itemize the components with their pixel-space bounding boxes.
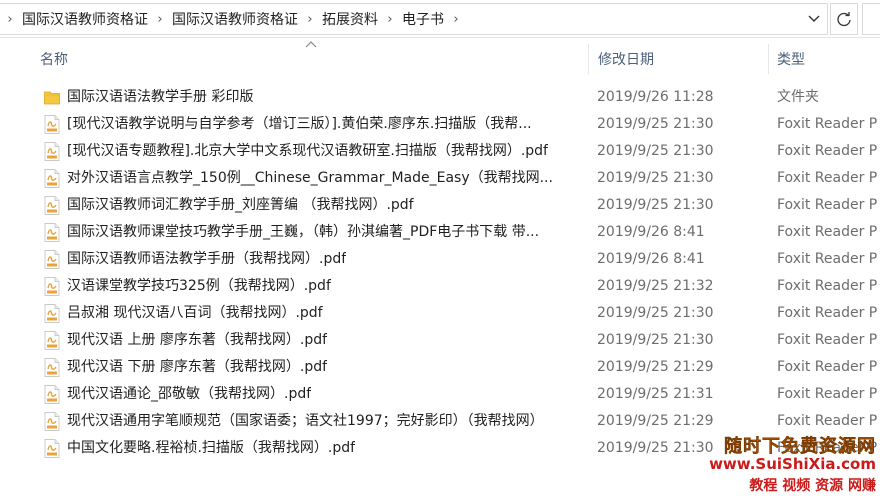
folder-icon [44,88,60,107]
file-date: 2019/9/25 21:29 [597,413,714,429]
file-type: Foxit Reader P [777,251,878,267]
pdf-icon [44,115,60,134]
pdf-icon [44,223,60,242]
file-row[interactable]: 国际汉语语法教学手册 彩印版 2019/9/26 11:28 文件夹 [0,84,880,111]
file-row[interactable]: 对外汉语语言点教学_150例__Chinese_Grammar_Made_Eas… [0,165,880,192]
pdf-icon [44,358,60,377]
column-header-name[interactable]: 名称 [40,38,68,80]
column-header: 名称 修改日期 类型 [0,38,880,80]
file-row[interactable]: 国际汉语教师课堂技巧教学手册_王巍，（韩）孙淇编著_PDF电子书下载 带... 2… [0,219,880,246]
column-header-date[interactable]: 修改日期 [598,38,654,80]
file-name[interactable]: 现代汉语通论_邵敬敏（我帮找网）.pdf [67,381,311,408]
file-date: 2019/9/25 21:30 [597,197,714,213]
file-name[interactable]: [现代汉语专题教程].北京大学中文系现代汉语教研室.扫描版（我帮找网）.pdf [67,138,548,165]
pdf-icon [44,412,60,431]
file-date: 2019/9/25 21:30 [597,305,714,321]
address-bar-row: › 国际汉语教师资格证 › 国际汉语教师资格证 › 拓展资料 › 电子书 › [0,0,880,38]
file-name[interactable]: 现代汉语 下册 廖序东著（我帮找网）.pdf [67,354,327,381]
file-type: Foxit Reader P [777,278,878,294]
file-date: 2019/9/26 8:41 [597,224,705,240]
watermark-tagline: 教程 视频 资源 网赚 [749,478,876,494]
file-list: 国际汉语语法教学手册 彩印版 2019/9/26 11:28 文件夹 [现代汉语教学说… [0,84,880,462]
file-type: Foxit Reader P [777,224,878,240]
file-name[interactable]: 吕叔湘 现代汉语八百词（我帮找网）.pdf [67,300,323,327]
pdf-icon [44,250,60,269]
sort-up-icon [305,41,317,48]
file-name[interactable]: 国际汉语教师词汇教学手册_刘座箐编 （我帮找网）.pdf [67,192,414,219]
file-row[interactable]: 汉语课堂教学技巧325例（我帮找网）.pdf 2019/9/25 21:32 Fox… [0,273,880,300]
file-type: Foxit Reader P [777,359,878,375]
breadcrumb-item[interactable]: 电子书 [400,9,446,29]
file-date: 2019/9/25 21:31 [597,386,714,402]
file-name[interactable]: [现代汉语教学说明与自学参考（增订三版）].黄伯荣.廖序东.扫描版（我帮... [67,111,532,138]
file-date: 2019/9/25 21:29 [597,359,714,375]
address-bar[interactable]: › 国际汉语教师资格证 › 国际汉语教师资格证 › 拓展资料 › 电子书 › [0,3,828,35]
file-row[interactable]: 吕叔湘 现代汉语八百词（我帮找网）.pdf 2019/9/25 21:30 Foxi… [0,300,880,327]
breadcrumb-item[interactable]: 国际汉语教师资格证 [20,9,150,29]
breadcrumb-item[interactable]: 拓展资料 [320,9,380,29]
pdf-icon [44,331,60,350]
file-date: 2019/9/25 21:30 [597,143,714,159]
pdf-icon [44,196,60,215]
file-date: 2019/9/25 21:32 [597,278,714,294]
file-name[interactable]: 现代汉语通用字笔顺规范（国家语委；语文社1997；完好影印）（我帮找网） [67,408,544,435]
pdf-icon [44,169,60,188]
file-type: Foxit Reader P [777,305,878,321]
pdf-icon [44,142,60,161]
file-name[interactable]: 国际汉语语法教学手册 彩印版 [67,84,253,111]
file-date: 2019/9/25 21:30 [597,440,714,456]
column-divider[interactable] [768,44,769,74]
chevron-right-icon[interactable]: › [0,12,20,27]
pdf-icon [44,385,60,404]
pdf-icon [44,277,60,296]
file-type: 文件夹 [777,89,819,105]
column-divider[interactable] [588,44,589,74]
file-date: 2019/9/26 8:41 [597,251,705,267]
file-row[interactable]: 国际汉语教师词汇教学手册_刘座箐编 （我帮找网）.pdf 2019/9/25 21… [0,192,880,219]
file-type: Foxit Reader P [777,197,878,213]
file-row[interactable]: 现代汉语 下册 廖序东著（我帮找网）.pdf 2019/9/25 21:29 Fox… [0,354,880,381]
file-row[interactable]: [现代汉语教学说明与自学参考（增订三版）].黄伯荣.廖序东.扫描版（我帮... 2… [0,111,880,138]
file-name[interactable]: 中国文化要略.程裕桢.扫描版（我帮找网）.pdf [67,435,355,462]
file-type: Foxit Reader P [777,386,878,402]
file-name[interactable]: 国际汉语教师课堂技巧教学手册_王巍，（韩）孙淇编著_PDF电子书下载 带... [67,219,539,246]
file-name[interactable]: 对外汉语语言点教学_150例__Chinese_Grammar_Made_Eas… [67,165,553,192]
file-date: 2019/9/25 21:30 [597,170,714,186]
file-date: 2019/9/26 11:28 [597,89,714,105]
breadcrumb-item[interactable]: 国际汉语教师资格证 [170,9,300,29]
chevron-down-icon [808,15,820,22]
chevron-right-icon[interactable]: › [380,12,400,27]
watermark-url: www.SuiShiXia.com [709,455,876,473]
file-row[interactable]: 现代汉语 上册 廖序东著（我帮找网）.pdf 2019/9/25 21:30 Fox… [0,327,880,354]
watermark: 随时下免费资源网 www.SuiShiXia.com 教程 视频 资源 网赚 [709,430,880,497]
file-date: 2019/9/25 21:30 [597,332,714,348]
file-row[interactable]: 现代汉语通论_邵敬敏（我帮找网）.pdf 2019/9/25 21:31 Foxit… [0,381,880,408]
file-name[interactable]: 国际汉语教师语法教学手册（我帮找网）.pdf [67,246,346,273]
chevron-right-icon[interactable]: › [300,12,320,27]
file-type: Foxit Reader P [777,143,878,159]
file-type: Foxit Reader P [777,170,878,186]
refresh-icon [837,12,851,27]
chevron-right-icon[interactable]: › [150,12,170,27]
file-name[interactable]: 汉语课堂教学技巧325例（我帮找网）.pdf [67,273,331,300]
file-name[interactable]: 现代汉语 上册 廖序东著（我帮找网）.pdf [67,327,327,354]
file-type: Foxit Reader P [777,116,878,132]
pdf-icon [44,439,60,458]
file-type: Foxit Reader P [777,332,878,348]
refresh-button[interactable] [830,3,858,35]
address-history-dropdown[interactable] [801,4,827,34]
search-box[interactable] [862,3,880,35]
chevron-right-icon[interactable]: › [446,12,466,27]
file-row[interactable]: [现代汉语专题教程].北京大学中文系现代汉语教研室.扫描版（我帮找网）.pdf 2… [0,138,880,165]
file-date: 2019/9/25 21:30 [597,116,714,132]
pdf-icon [44,304,60,323]
file-row[interactable]: 国际汉语教师语法教学手册（我帮找网）.pdf 2019/9/26 8:41 Foxi… [0,246,880,273]
column-header-type[interactable]: 类型 [777,38,805,80]
